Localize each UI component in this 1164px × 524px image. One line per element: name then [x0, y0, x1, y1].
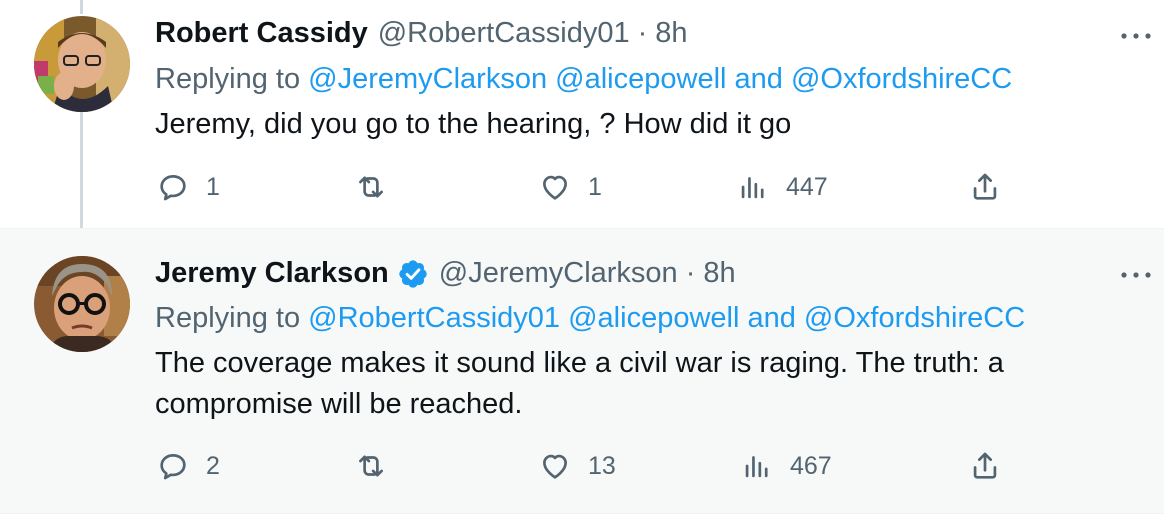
share-icon: [973, 452, 997, 479]
mention-and: and: [747, 302, 796, 334]
mention-link[interactable]: @RobertCassidy01: [308, 302, 560, 334]
avatar-jeremy-clarkson: [34, 256, 130, 352]
views-button[interactable]: 447: [736, 170, 828, 204]
reply-count: 1: [206, 172, 220, 201]
more-icon: [1121, 33, 1151, 39]
retweet-icon: [359, 176, 383, 198]
replying-prefix: Replying to: [155, 302, 301, 334]
replying-to: Replying to @JeremyClarkson @alicepowell…: [155, 63, 1012, 96]
separator-dot: ·: [685, 257, 696, 289]
view-count: 467: [790, 451, 832, 480]
more-options-button[interactable]: [1116, 16, 1156, 56]
retweet-icon: [359, 455, 383, 477]
tweet-text: The coverage makes it sound like a civil…: [155, 347, 1004, 420]
reply-icon: [160, 454, 186, 480]
like-button[interactable]: 1: [538, 170, 602, 204]
more-icon: [1121, 272, 1151, 278]
like-button[interactable]: 13: [538, 449, 616, 483]
mention-link[interactable]: @alicepowell: [555, 63, 726, 95]
avatar-robert-cassidy: [34, 16, 130, 112]
bottom-divider: [0, 513, 1164, 524]
tweet-text: Jeremy, did you go to the hearing, ? How…: [155, 108, 792, 140]
mention-link[interactable]: @OxfordshireCC: [791, 63, 1012, 95]
tweet-jeremy-clarkson[interactable]: Jeremy Clarkson @JeremyClarkson · 8h Rep…: [0, 228, 1164, 513]
mention-and: and: [734, 63, 783, 95]
mention-link[interactable]: @alicepowell: [568, 302, 739, 334]
author-handle[interactable]: @RobertCassidy01: [378, 17, 630, 50]
tweet-robert-cassidy[interactable]: Robert Cassidy @RobertCassidy01 · 8h Rep…: [0, 0, 1164, 254]
thread-connector-top: [80, 0, 83, 14]
author-name[interactable]: Robert Cassidy: [155, 17, 368, 50]
like-count: 1: [588, 172, 602, 201]
retweet-button[interactable]: [354, 170, 404, 204]
author-handle[interactable]: @JeremyClarkson: [439, 257, 678, 290]
reply-button[interactable]: 2: [156, 449, 220, 483]
heart-icon: [543, 175, 567, 200]
verified-badge-icon: [399, 259, 427, 288]
more-options-button[interactable]: [1116, 255, 1156, 295]
views-button[interactable]: 467: [740, 449, 832, 483]
tweet-header: Robert Cassidy @RobertCassidy01 · 8h: [155, 17, 688, 50]
share-icon: [973, 173, 997, 200]
reply-icon: [160, 175, 186, 201]
views-icon: [741, 177, 764, 199]
timestamp[interactable]: 8h: [703, 257, 735, 290]
replying-prefix: Replying to: [155, 63, 301, 95]
separator-dot: ·: [637, 17, 648, 49]
like-count: 13: [588, 451, 616, 480]
share-button[interactable]: [968, 449, 1002, 483]
view-count: 447: [786, 172, 828, 201]
reply-button[interactable]: 1: [156, 170, 220, 204]
avatar[interactable]: [34, 256, 130, 352]
heart-icon: [543, 454, 567, 479]
verified-badge: [397, 258, 429, 290]
timestamp[interactable]: 8h: [655, 17, 687, 50]
mention-link[interactable]: @JeremyClarkson: [308, 63, 547, 95]
reply-count: 2: [206, 451, 220, 480]
retweet-button[interactable]: [354, 449, 404, 483]
tweet-header: Jeremy Clarkson @JeremyClarkson · 8h: [155, 257, 736, 290]
views-icon: [745, 456, 768, 478]
replying-to: Replying to @RobertCassidy01 @alicepowel…: [155, 302, 1025, 335]
author-name[interactable]: Jeremy Clarkson: [155, 257, 389, 290]
share-button[interactable]: [968, 170, 1002, 204]
avatar[interactable]: [34, 16, 130, 112]
mention-link[interactable]: @OxfordshireCC: [804, 302, 1025, 334]
